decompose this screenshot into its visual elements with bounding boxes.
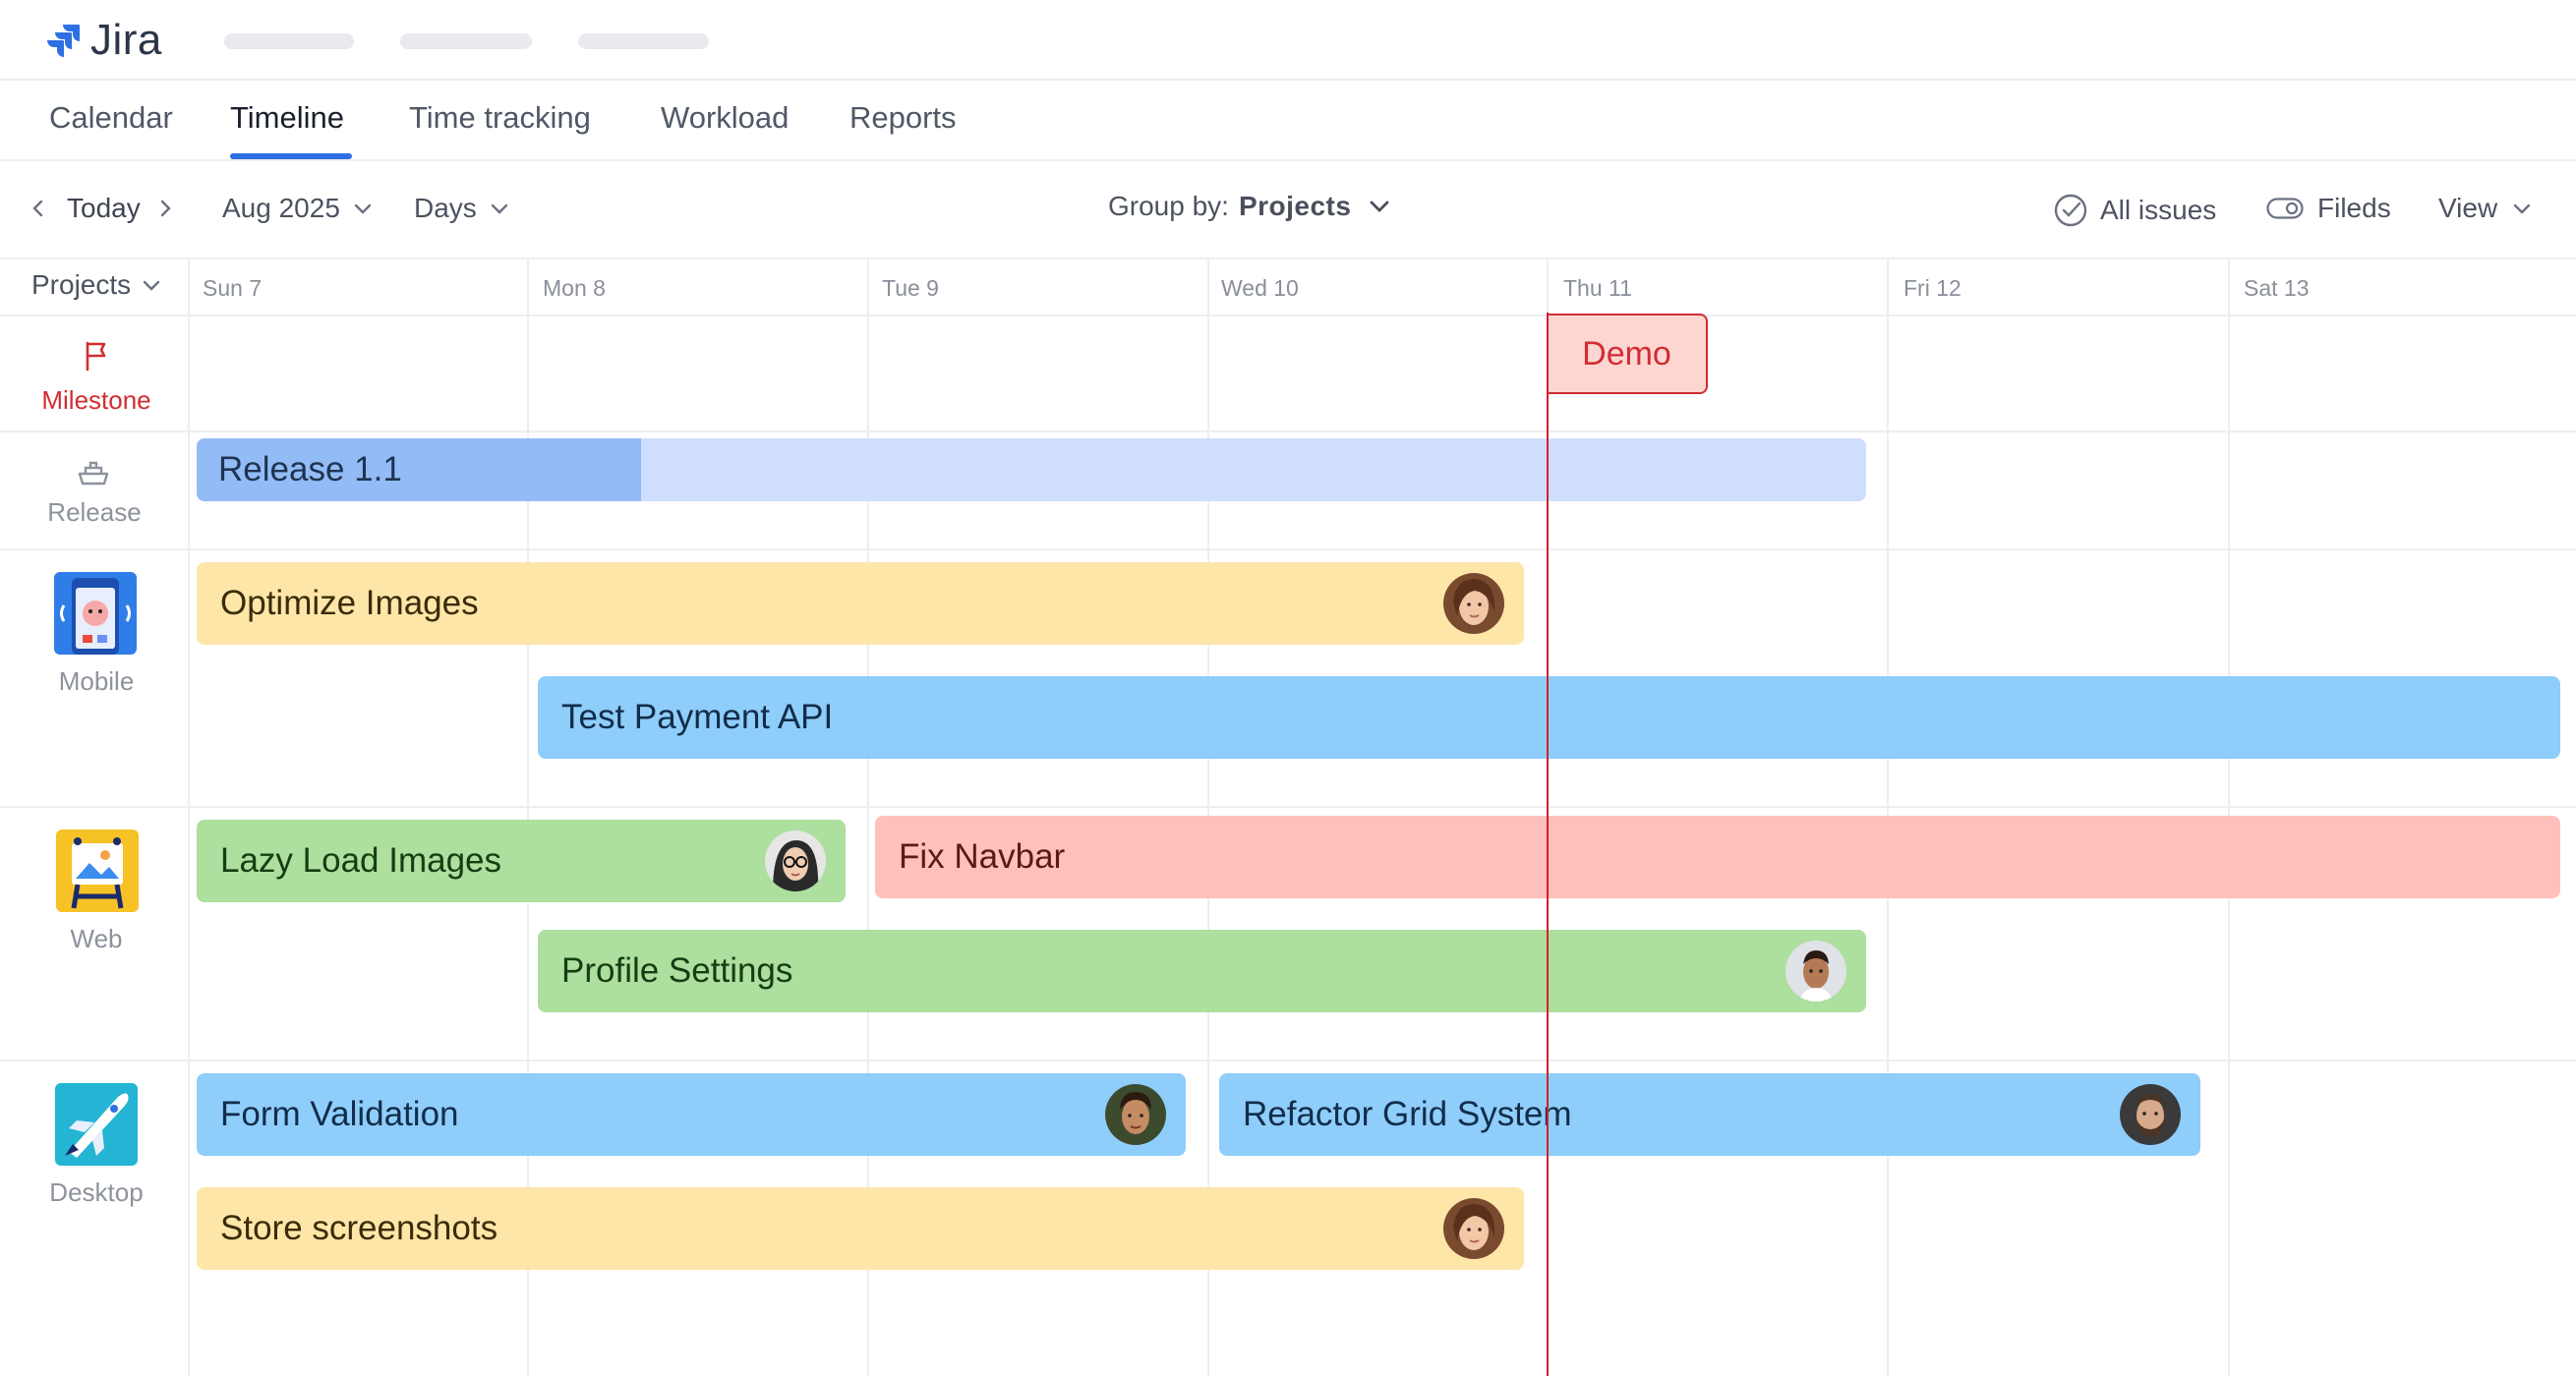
column-divider	[188, 259, 190, 1376]
assignee-avatar[interactable]	[1105, 1084, 1166, 1145]
day-header: Wed 10	[1221, 275, 1299, 301]
scale-label: Days	[414, 193, 477, 223]
day-header: Mon 8	[543, 275, 606, 301]
view-select[interactable]: View	[2438, 193, 2533, 224]
today-button[interactable]: Today	[67, 193, 141, 224]
group-by-prefix: Group by:	[1108, 191, 1229, 221]
row-label-mobile: Mobile	[58, 666, 135, 696]
assignee-avatar[interactable]	[1443, 573, 1504, 634]
web-project-icon	[56, 830, 139, 912]
assignee-avatar[interactable]	[2120, 1084, 2181, 1145]
group-by-value: Projects	[1238, 191, 1352, 221]
day-header: Sat 13	[2244, 275, 2310, 301]
date-navigator: Today	[28, 193, 176, 224]
day-header: Thu 11	[1563, 275, 1632, 301]
task-bar[interactable]: Optimize Images	[197, 562, 1524, 645]
release-label: Release 1.1	[218, 450, 402, 488]
task-label: Profile Settings	[561, 951, 793, 990]
row-divider	[0, 548, 2576, 550]
view-label: View	[2438, 193, 2498, 223]
assignee-avatar[interactable]	[1786, 941, 1846, 1002]
row-label-milestone: Milestone	[41, 385, 151, 415]
placeholder-skeleton	[400, 33, 532, 49]
task-bar[interactable]: Fix Navbar	[875, 816, 2560, 898]
active-tab-indicator	[230, 153, 352, 159]
check-circle-icon	[2054, 194, 2087, 227]
tab-timeline[interactable]: Timeline	[230, 100, 344, 136]
row-divider	[0, 1060, 2576, 1061]
task-bar[interactable]: Store screenshots	[197, 1187, 1524, 1270]
tab-reports[interactable]: Reports	[849, 100, 957, 136]
group-by-select[interactable]: Group by: Projects	[1108, 191, 1392, 222]
fields-label: Fileds	[2317, 193, 2391, 223]
all-issues-filter[interactable]: All issues	[2053, 193, 2216, 228]
tab-time-tracking[interactable]: Time tracking	[409, 100, 591, 136]
jira-logo[interactable]: Jira	[45, 16, 162, 64]
day-header: Sun 7	[203, 275, 263, 301]
task-label: Optimize Images	[220, 584, 479, 622]
task-bar[interactable]: Refactor Grid System	[1219, 1073, 2200, 1156]
ship-icon	[78, 461, 109, 486]
placeholder-skeleton	[224, 33, 354, 49]
task-label: Lazy Load Images	[220, 841, 502, 880]
projects-column-header[interactable]: Projects	[31, 269, 162, 301]
task-bar[interactable]: Test Payment API	[538, 676, 2560, 759]
task-bar[interactable]: Lazy Load Images	[197, 820, 846, 902]
task-label: Test Payment API	[561, 698, 834, 736]
chevron-left-icon[interactable]	[28, 198, 49, 219]
chevron-down-icon	[2513, 203, 2531, 214]
day-header: Fri 12	[1903, 275, 1961, 301]
release-bar[interactable]: Release 1.1	[197, 438, 1866, 501]
chevron-down-icon	[354, 203, 372, 214]
month-label: Aug 2025	[222, 193, 340, 223]
tab-calendar[interactable]: Calendar	[49, 100, 173, 136]
today-marker-line	[1547, 313, 1549, 1376]
chevron-down-icon	[143, 280, 160, 291]
projects-header-label: Projects	[31, 269, 132, 300]
fields-toggle[interactable]: Fileds	[2266, 193, 2391, 224]
chevron-right-icon[interactable]	[154, 198, 176, 219]
chevron-down-icon	[1371, 201, 1389, 212]
assignee-avatar[interactable]	[1443, 1198, 1504, 1259]
row-label-release: Release	[47, 497, 142, 527]
all-issues-label: All issues	[2100, 195, 2217, 225]
task-label: Form Validation	[220, 1095, 459, 1133]
chevron-down-icon	[491, 203, 507, 214]
row-label-desktop: Desktop	[49, 1177, 144, 1207]
placeholder-skeleton	[578, 33, 709, 49]
row-divider	[0, 430, 2576, 432]
top-bar	[0, 0, 2576, 81]
mobile-project-icon	[54, 572, 137, 655]
row-label-web: Web	[70, 924, 123, 953]
scale-select[interactable]: Days	[414, 193, 510, 224]
task-label: Refactor Grid System	[1243, 1095, 1572, 1133]
task-label: Store screenshots	[220, 1209, 498, 1247]
desktop-project-icon	[55, 1083, 138, 1166]
flag-icon	[86, 341, 106, 372]
day-header: Tue 9	[882, 275, 939, 301]
month-select[interactable]: Aug 2025	[222, 193, 374, 224]
task-bar[interactable]: Profile Settings	[538, 930, 1866, 1012]
task-bar[interactable]: Form Validation	[197, 1073, 1186, 1156]
tab-bar	[0, 81, 2576, 161]
tab-workload[interactable]: Workload	[661, 100, 789, 136]
milestone-demo[interactable]: Demo	[1548, 314, 1708, 394]
app-name: Jira	[90, 16, 162, 64]
toggle-icon	[2266, 198, 2304, 219]
task-label: Fix Navbar	[899, 837, 1066, 876]
jira-logo-icon	[47, 25, 80, 57]
row-divider	[0, 806, 2576, 808]
assignee-avatar[interactable]	[765, 831, 826, 891]
